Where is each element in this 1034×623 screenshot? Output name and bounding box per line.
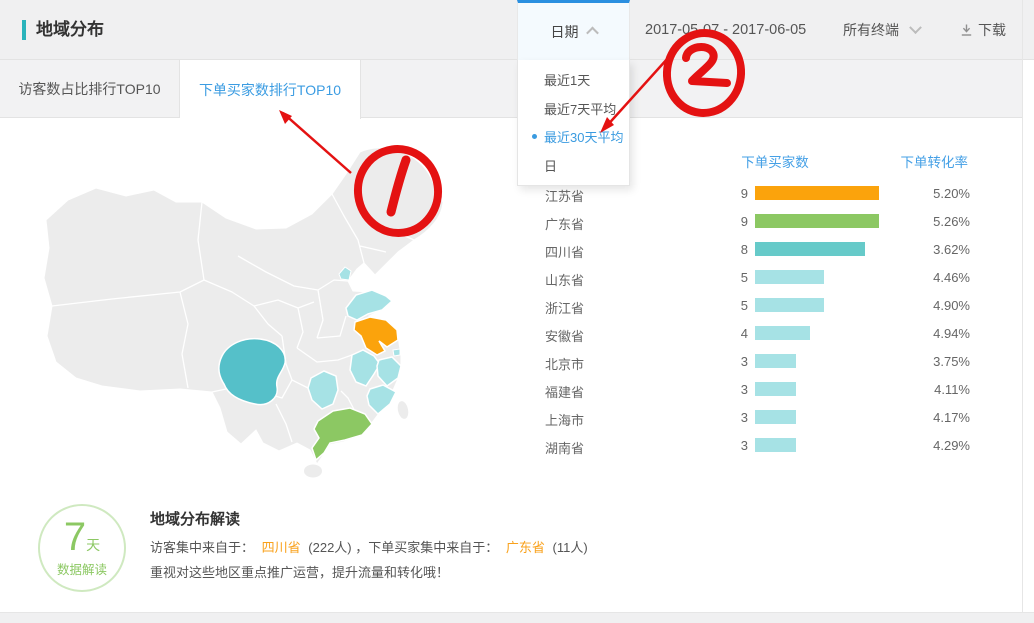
province-label: 湖南省 [545,438,584,457]
buyer-count-value: 9 [708,186,748,201]
insight-line1: 访客集中来自于： 四川省 (222人) ，下单买家集中来自于： 广东省 (11人… [150,537,588,556]
buyer-count-value: 3 [708,438,748,453]
tab-visitor-ratio-top10[interactable]: 访客数占比排行TOP10 [0,60,180,118]
province-label: 浙江省 [545,298,584,317]
conversion-rate-value: 5.26% [918,214,970,229]
buyer-count-bar [755,242,865,256]
insight-line2: 重视对这些地区重点推广运营，提升流量和转化哦！ [150,562,449,581]
date-filter-button[interactable]: 日期 [517,0,630,60]
panel-right-border [1022,0,1023,612]
buyer-count-value: 8 [708,242,748,257]
rank-row: 湖南省 3 4.29% [540,431,1010,459]
date-filter-label: 日期 [551,22,579,42]
visitor-count: (222人) [308,540,351,555]
ranking-rows: 江苏省 9 5.20% 广东省 9 5.26% 四川省 8 3.62% 山东省 5 4.46% 浙江省 5… [540,179,1010,459]
map-province-shanghai[interactable] [393,349,400,356]
buyer-count-value: 4 [708,326,748,341]
badge-unit: 天 [86,535,100,555]
date-option-label: 日 [544,156,557,175]
conversion-rate-value: 4.17% [918,410,970,425]
buyer-province-link[interactable]: 广东省 [506,540,545,555]
column-header-conversion: 下单转化率 [898,151,968,171]
conversion-rate-value: 3.62% [918,242,970,257]
visitor-province-link[interactable]: 四川省 [262,540,301,555]
buyer-count-value: 3 [708,354,748,369]
badge-number: 7 [64,518,86,556]
province-label: 山东省 [545,270,584,289]
buyer-count-value: 9 [708,214,748,229]
date-option-2[interactable]: 最近30天平均 [518,123,629,150]
ranking-chart: 下单买家数 下单转化率 江苏省 9 5.20% 广东省 9 5.26% 四川省 8 3.62% 山… [540,145,1010,475]
download-icon [960,23,973,37]
geo-distribution-panel: 地域分布 日期 2017-05-07 - 2017-06-05 所有终端 下载 … [0,0,1034,623]
terminal-filter-button[interactable]: 所有终端 [843,0,920,60]
date-option-0[interactable]: 最近1天 [518,66,629,93]
buyer-count-value: 3 [708,382,748,397]
download-label: 下载 [978,20,1006,40]
buyer-count-bar [755,298,824,312]
province-label: 上海市 [545,410,584,429]
rank-row: 北京市 3 3.75% [540,347,1010,375]
buyer-count-value: 5 [708,270,748,285]
selected-dot-icon [532,134,537,139]
date-option-1[interactable]: 最近7天平均 [518,95,629,122]
rank-row: 福建省 3 4.11% [540,375,1010,403]
rank-row: 广东省 9 5.26% [540,207,1010,235]
rank-row: 浙江省 5 4.90% [540,291,1010,319]
tab-order-buyers-top10[interactable]: 下单买家数排行TOP10 [180,60,361,119]
province-label: 江苏省 [545,186,584,205]
rank-row: 山东省 5 4.46% [540,263,1010,291]
insight-badge: 7 天 数据解读 [38,504,126,592]
rank-row: 四川省 8 3.62% [540,235,1010,263]
bottom-band [0,612,1034,623]
tabs-row: 访客数占比排行TOP10 下单买家数排行TOP10 [0,60,1022,118]
buyer-count-value: 5 [708,298,748,313]
buyer-count-bar [755,214,879,228]
date-option-3[interactable]: 日 [518,152,629,179]
buyer-count-bar [755,270,824,284]
buyer-count-bar [755,186,879,200]
topbar: 地域分布 日期 2017-05-07 - 2017-06-05 所有终端 下载 [0,0,1034,60]
title-accent-bar [22,20,26,40]
buyer-count-bar [755,382,796,396]
china-map[interactable] [30,140,530,480]
conversion-rate-value: 4.29% [918,438,970,453]
date-option-label: 最近1天 [544,70,590,89]
buyer-count-bar [755,438,796,452]
conversion-rate-value: 3.75% [918,354,970,369]
date-dropdown-menu: 最近1天最近7天平均最近30天平均日 [517,60,630,186]
rank-row: 安徽省 4 4.94% [540,319,1010,347]
province-label: 北京市 [545,354,584,373]
column-header-buyers: 下单买家数 [735,151,815,171]
province-label: 福建省 [545,382,584,401]
download-button[interactable]: 下载 [960,0,1006,60]
conversion-rate-value: 4.11% [918,382,970,397]
map-province-hainan[interactable] [304,465,322,478]
province-label: 四川省 [545,242,584,261]
date-option-label: 最近30天平均 [544,127,623,146]
buyer-count-bar [755,354,796,368]
terminal-filter-label: 所有终端 [843,20,899,40]
map-province-taiwan[interactable] [396,400,410,420]
date-range-text: 2017-05-07 - 2017-06-05 [645,0,806,60]
province-label: 安徽省 [545,326,584,345]
buyer-count-bar [755,326,810,340]
buyer-count: (11人) [553,540,588,555]
page-title: 地域分布 [36,0,104,60]
province-label: 广东省 [545,214,584,233]
conversion-rate-value: 5.20% [918,186,970,201]
badge-label: 数据解读 [57,559,107,578]
chevron-down-icon [909,21,922,34]
insight-title: 地域分布解读 [150,508,240,529]
date-option-label: 最近7天平均 [544,99,616,118]
buyer-count-value: 3 [708,410,748,425]
conversion-rate-value: 4.46% [918,270,970,285]
conversion-rate-value: 4.94% [918,326,970,341]
rank-row: 上海市 3 4.17% [540,403,1010,431]
conversion-rate-value: 4.90% [918,298,970,313]
chevron-up-icon [586,27,599,40]
buyer-count-bar [755,410,796,424]
